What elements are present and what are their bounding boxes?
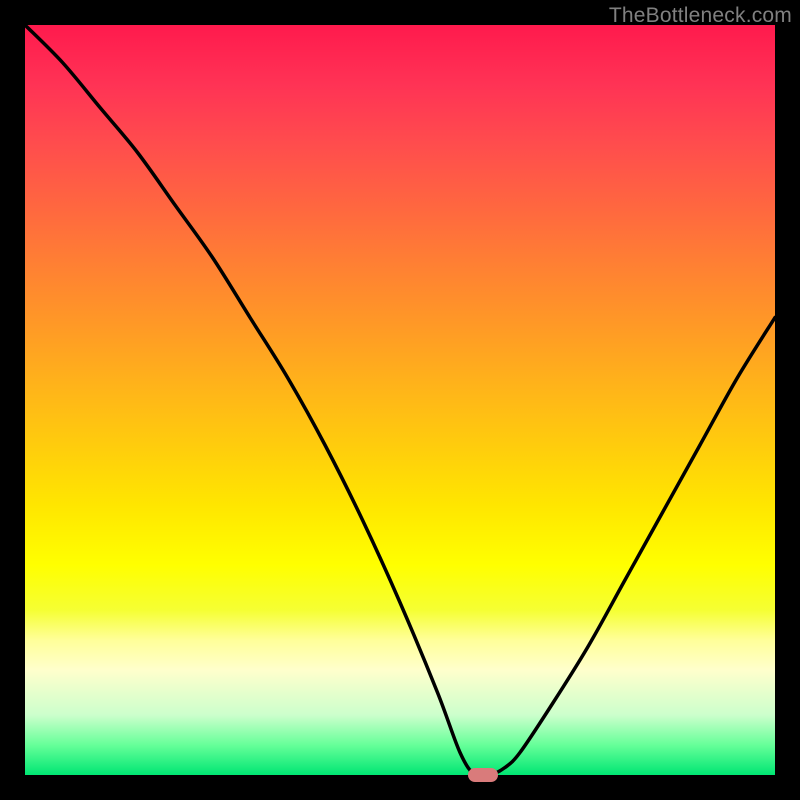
optimal-point-marker bbox=[468, 768, 498, 782]
plot-area bbox=[25, 25, 775, 775]
watermark-text: TheBottleneck.com bbox=[609, 4, 792, 28]
bottleneck-curve bbox=[25, 25, 775, 775]
chart-container: TheBottleneck.com bbox=[0, 0, 800, 800]
curve-svg bbox=[25, 25, 775, 775]
